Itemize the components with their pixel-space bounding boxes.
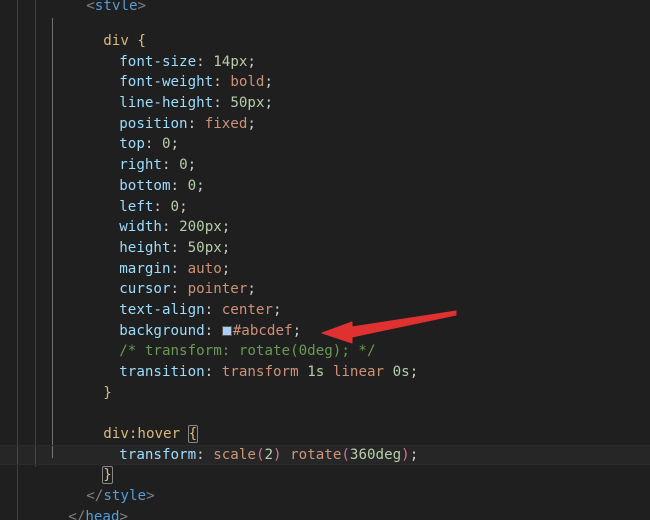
code-line-4[interactable]: font-weight: bold;	[0, 52, 650, 90]
code-line-10[interactable]: left: 0;	[0, 176, 650, 215]
code-line-6[interactable]: position: fixed;	[0, 93, 650, 132]
close-tag-bracket-head: </	[68, 508, 86, 520]
code-line-15[interactable]: text-align: center;	[0, 279, 650, 318]
code-line-17[interactable]: /* transform: rotate(0deg); */	[0, 321, 650, 359]
close-tag-gt-head: >	[119, 508, 129, 520]
tag-bracket-open: <	[86, 0, 95, 10]
code-line-7[interactable]: top: 0;	[0, 114, 650, 152]
code-lines[interactable]: <style> div { font-size: 14px; font-weig…	[0, 0, 650, 520]
tag-name-style: style	[94, 0, 138, 10]
code-line-22[interactable]: transform: scale(2) rotate(360deg);	[0, 424, 650, 463]
code-line-21[interactable]: div:hover {	[0, 403, 650, 444]
code-line-9[interactable]: bottom: 0;	[0, 155, 650, 194]
code-line-18[interactable]: transition: transform 1s linear 0s;	[0, 341, 650, 380]
code-line-14[interactable]: cursor: pointer;	[0, 259, 650, 297]
tag-bracket-close: >	[137, 0, 147, 10]
code-line-25[interactable]: </head>	[0, 486, 650, 520]
close-tag-name-head: head	[85, 508, 120, 520]
code-line-24[interactable]: </style>	[0, 465, 650, 504]
code-line-2[interactable]: div {	[0, 10, 650, 49]
code-line-11[interactable]: width: 200px;	[0, 197, 650, 235]
code-line-3[interactable]: font-size: 14px;	[0, 31, 650, 70]
code-line-5[interactable]: line-height: 50px;	[0, 72, 650, 111]
code-line-1[interactable]: <style>	[0, 0, 650, 10]
code-line-19[interactable]: }	[0, 362, 650, 401]
code-line-20-blank[interactable]	[0, 383, 650, 404]
code-line-12[interactable]: height: 50px;	[0, 217, 650, 256]
code-editor-canvas[interactable]: <style> div { font-size: 14px; font-weig…	[0, 0, 650, 520]
code-line-16[interactable]: background: #abcdef;	[0, 300, 650, 339]
code-line-23-current[interactable]: }	[0, 444, 650, 485]
code-line-8[interactable]: right: 0;	[0, 134, 650, 173]
code-line-13[interactable]: margin: auto;	[0, 238, 650, 277]
